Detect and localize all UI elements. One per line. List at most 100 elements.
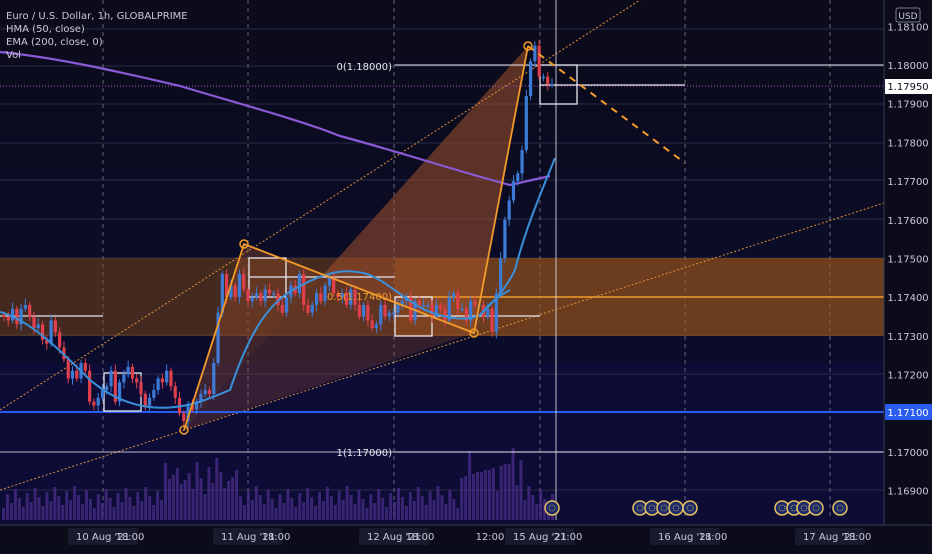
candle-body[interactable] <box>430 304 434 317</box>
candle-body[interactable] <box>6 316 10 321</box>
candle-body[interactable] <box>297 273 302 294</box>
candle-body[interactable] <box>126 366 130 375</box>
candle-body[interactable] <box>396 304 400 313</box>
candle-body[interactable] <box>541 76 546 79</box>
candle-body[interactable] <box>203 390 207 394</box>
candle-body[interactable] <box>391 312 396 315</box>
candle-body[interactable] <box>383 304 387 317</box>
candle-body[interactable] <box>456 293 460 309</box>
event-flag-icon[interactable] <box>682 500 698 516</box>
candle-body[interactable] <box>130 366 135 379</box>
candle-body[interactable] <box>66 359 70 379</box>
candle-body[interactable] <box>250 297 254 302</box>
candle-body[interactable] <box>417 301 421 305</box>
candle-body[interactable] <box>28 304 32 317</box>
candle-body[interactable] <box>75 370 79 379</box>
candle-body[interactable] <box>143 393 147 406</box>
candle-body[interactable] <box>473 301 477 305</box>
candle-body[interactable] <box>92 401 96 406</box>
candle-body[interactable] <box>499 258 503 294</box>
candle-body[interactable] <box>237 273 242 298</box>
candle-body[interactable] <box>443 308 447 321</box>
candle-body[interactable] <box>379 304 383 325</box>
candle-body[interactable] <box>122 374 126 383</box>
candle-body[interactable] <box>426 304 430 307</box>
candle-body[interactable] <box>182 413 186 422</box>
candle-body[interactable] <box>546 76 550 85</box>
candle-body[interactable] <box>88 370 92 402</box>
event-flag-icon[interactable] <box>544 500 560 516</box>
candle-body[interactable] <box>306 304 310 313</box>
candle-body[interactable] <box>100 390 105 398</box>
candle-body[interactable] <box>105 386 109 391</box>
candle-body[interactable] <box>451 293 456 298</box>
candle-body[interactable] <box>302 273 306 305</box>
candle-body[interactable] <box>490 308 494 333</box>
candle-body[interactable] <box>152 390 156 398</box>
candle-body[interactable] <box>550 84 554 86</box>
candle-body[interactable] <box>160 378 165 383</box>
candle-body[interactable] <box>242 273 246 290</box>
candle-body[interactable] <box>272 293 276 295</box>
candle-body[interactable] <box>421 304 426 307</box>
candle-body[interactable] <box>96 397 100 406</box>
candle-body[interactable] <box>207 390 212 394</box>
candle-body[interactable] <box>366 304 370 321</box>
candle-body[interactable] <box>374 324 379 329</box>
candle-body[interactable] <box>267 289 272 294</box>
candle-body[interactable] <box>280 304 284 313</box>
candle-body[interactable] <box>284 297 289 313</box>
candle-body[interactable] <box>36 324 40 329</box>
candle-body[interactable] <box>254 293 259 298</box>
candle-body[interactable] <box>169 370 173 387</box>
candle-body[interactable] <box>507 200 511 220</box>
candle-body[interactable] <box>503 219 507 259</box>
candle-body[interactable] <box>516 173 520 182</box>
candle-body[interactable] <box>212 362 216 394</box>
candle-body[interactable] <box>357 304 361 317</box>
candle-body[interactable] <box>165 370 169 383</box>
candle-body[interactable] <box>319 293 323 302</box>
candle-body[interactable] <box>15 308 19 325</box>
candle-body[interactable] <box>23 304 28 309</box>
candle-body[interactable] <box>10 308 15 321</box>
candle-body[interactable] <box>362 304 366 317</box>
candle-body[interactable] <box>524 95 528 151</box>
candle-body[interactable] <box>511 181 516 201</box>
candle-body[interactable] <box>439 304 443 309</box>
indicator-ema[interactable]: EMA (200, close, 0) <box>6 36 188 49</box>
indicator-vol[interactable]: Vol <box>6 49 188 62</box>
candle-body[interactable] <box>53 320 57 333</box>
chart-legend[interactable]: Euro / U.S. Dollar, 1h, GLOBALPRIME HMA … <box>6 10 188 62</box>
candle-body[interactable] <box>2 314 6 317</box>
candle-body[interactable] <box>314 293 319 305</box>
symbol-title[interactable]: Euro / U.S. Dollar, 1h, GLOBALPRIME <box>6 10 188 23</box>
indicator-hma[interactable]: HMA (50, close) <box>6 23 188 36</box>
candle-body[interactable] <box>109 370 113 387</box>
candle-body[interactable] <box>83 362 87 371</box>
candle-body[interactable] <box>332 277 336 294</box>
candle-body[interactable] <box>486 308 490 317</box>
candle-body[interactable] <box>533 45 537 62</box>
candle-body[interactable] <box>259 293 263 302</box>
event-flag-icon[interactable] <box>832 500 848 516</box>
candle-body[interactable] <box>528 61 533 96</box>
candle-body[interactable] <box>139 382 143 394</box>
candle-body[interactable] <box>147 397 152 406</box>
candle-body[interactable] <box>49 320 53 344</box>
candle-body[interactable] <box>537 45 541 77</box>
candle-body[interactable] <box>520 150 524 174</box>
candle-body[interactable] <box>370 320 374 329</box>
event-flag-icon[interactable] <box>808 500 824 516</box>
candle-body[interactable] <box>460 308 464 311</box>
candle-body[interactable] <box>327 277 331 286</box>
candle-body[interactable] <box>263 289 267 302</box>
candle-body[interactable] <box>135 378 139 383</box>
candle-body[interactable] <box>387 312 391 317</box>
candle-body[interactable] <box>70 370 75 379</box>
candle-body[interactable] <box>58 332 62 348</box>
candle-body[interactable] <box>246 289 250 302</box>
price-chart[interactable]: 0(1.18000) 0.5(1.17400) 1(1.17000) USD 1… <box>0 0 932 550</box>
candle-body[interactable] <box>32 316 36 329</box>
candle-body[interactable] <box>156 378 160 391</box>
